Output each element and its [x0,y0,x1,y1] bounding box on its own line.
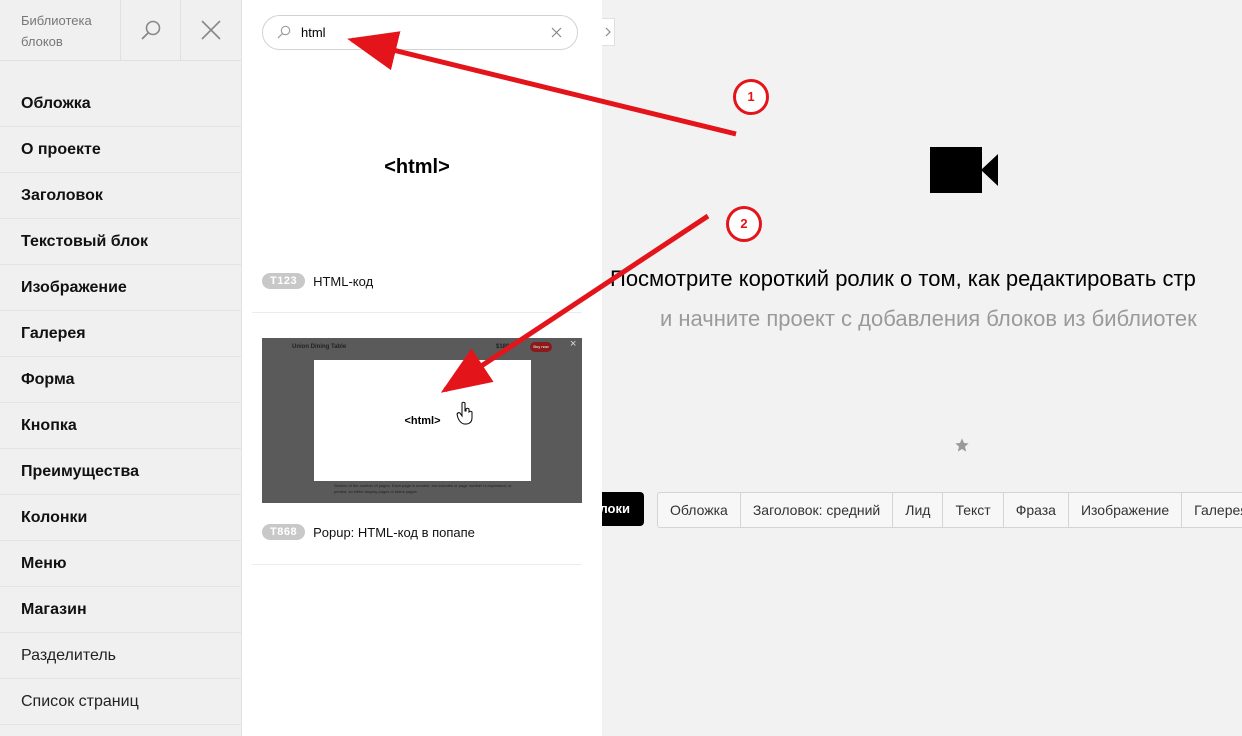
block-caption: T123 HTML-код [262,273,373,289]
block-code-badge: T123 [262,273,306,289]
category-label: Магазин [21,601,87,618]
category-label: Меню [21,555,67,572]
thumb-footer-text: Section of the number of pages. Each pag… [334,483,512,494]
block-code-badge: T868 [262,524,306,540]
video-camera-icon[interactable] [930,147,998,193]
clear-search-icon[interactable] [551,27,562,38]
search-button[interactable] [120,0,181,60]
category-cover[interactable]: Обложка [0,81,241,127]
all-blocks-label: локи [602,501,630,516]
block-library-sidebar: Библиотека блоков Обложка О проекте Заго… [0,0,242,736]
category-shop[interactable]: Магазин [0,587,241,633]
tag-title-medium[interactable]: Заголовок: средний [740,492,894,528]
category-columns[interactable]: Колонки [0,495,241,541]
thumb-buy-button: Buy now [530,342,552,352]
category-label: Колонки [21,509,88,526]
close-icon [201,20,221,40]
block-name: Popup: HTML-код в попапе [313,524,475,540]
collapse-panel-button[interactable] [602,18,615,46]
library-title: Библиотека блоков [21,13,92,49]
category-label: Галерея [21,325,86,342]
category-page-list[interactable]: Список страниц [0,679,241,725]
result-card-popup-html[interactable]: Union Dining Table $180 Buy now × <html>… [252,314,582,565]
block-thumbnail: Union Dining Table $180 Buy now × <html>… [262,338,582,503]
tag-image[interactable]: Изображение [1068,492,1183,528]
search-icon [277,25,291,39]
category-label: Форма [21,371,75,388]
category-title[interactable]: Заголовок [0,173,241,219]
category-about[interactable]: О проекте [0,127,241,173]
annotation-marker-2: 2 [726,206,762,242]
category-label: Обложка [21,95,91,112]
video-hint-title: Посмотрите короткий ролик о том, как ред… [610,266,1196,291]
category-label: Заголовок [21,187,103,204]
result-card-html-code[interactable]: <html> T123 HTML-код [252,70,582,313]
thumb-price: $180 [496,344,510,350]
thumb-popup: <html> [314,360,531,481]
annotation-marker-1: 1 [733,79,769,115]
category-menu[interactable]: Меню [0,541,241,587]
close-library-button[interactable] [180,0,241,60]
video-hint-subtitle: и начните проект с добавления блоков из … [660,306,1197,331]
thumb-html-text: <html> [404,415,441,427]
category-label: О проекте [21,141,101,158]
category-form[interactable]: Форма [0,357,241,403]
search-results-panel: <html> T123 HTML-код Union Dining Table … [242,0,602,736]
category-gallery[interactable]: Галерея [0,311,241,357]
block-caption: T868 Popup: HTML-код в попапе [262,524,475,540]
category-label: Преимущества [21,463,139,480]
search-icon [141,20,161,40]
category-text-block[interactable]: Текстовый блок [0,219,241,265]
tag-phrase[interactable]: Фраза [1003,492,1069,528]
tag-gallery[interactable]: Галерея [1182,492,1242,528]
hand-cursor-icon [456,401,473,425]
category-label: Изображение [21,279,127,296]
thumb-close-icon: × [570,338,577,350]
thumb-title: Union Dining Table [292,344,347,350]
search-box [262,15,578,50]
block-name: HTML-код [313,273,374,289]
category-divider[interactable]: Разделитель [0,633,241,679]
category-label: Разделитель [21,647,117,664]
tag-lead[interactable]: Лид [893,492,944,528]
category-label: Список страниц [21,693,139,710]
search-input[interactable] [301,23,531,41]
category-button[interactable]: Кнопка [0,403,241,449]
category-label: Текстовый блок [21,233,148,250]
editor-canvas: Посмотрите короткий ролик о том, как ред… [602,0,1242,736]
chevron-right-icon [605,27,611,37]
quick-block-tags: Обложка Заголовок: средний Лид Текст Фра… [657,492,1242,528]
tag-text[interactable]: Текст [943,492,1004,528]
library-header: Библиотека блоков [0,0,241,61]
category-label: Кнопка [21,417,77,434]
category-features[interactable]: Преимущества [0,449,241,495]
category-image[interactable]: Изображение [0,265,241,311]
block-preview: <html> [384,156,450,178]
star-icon[interactable] [954,437,970,453]
tag-cover[interactable]: Обложка [657,492,741,528]
all-blocks-button[interactable]: локи [602,492,644,526]
